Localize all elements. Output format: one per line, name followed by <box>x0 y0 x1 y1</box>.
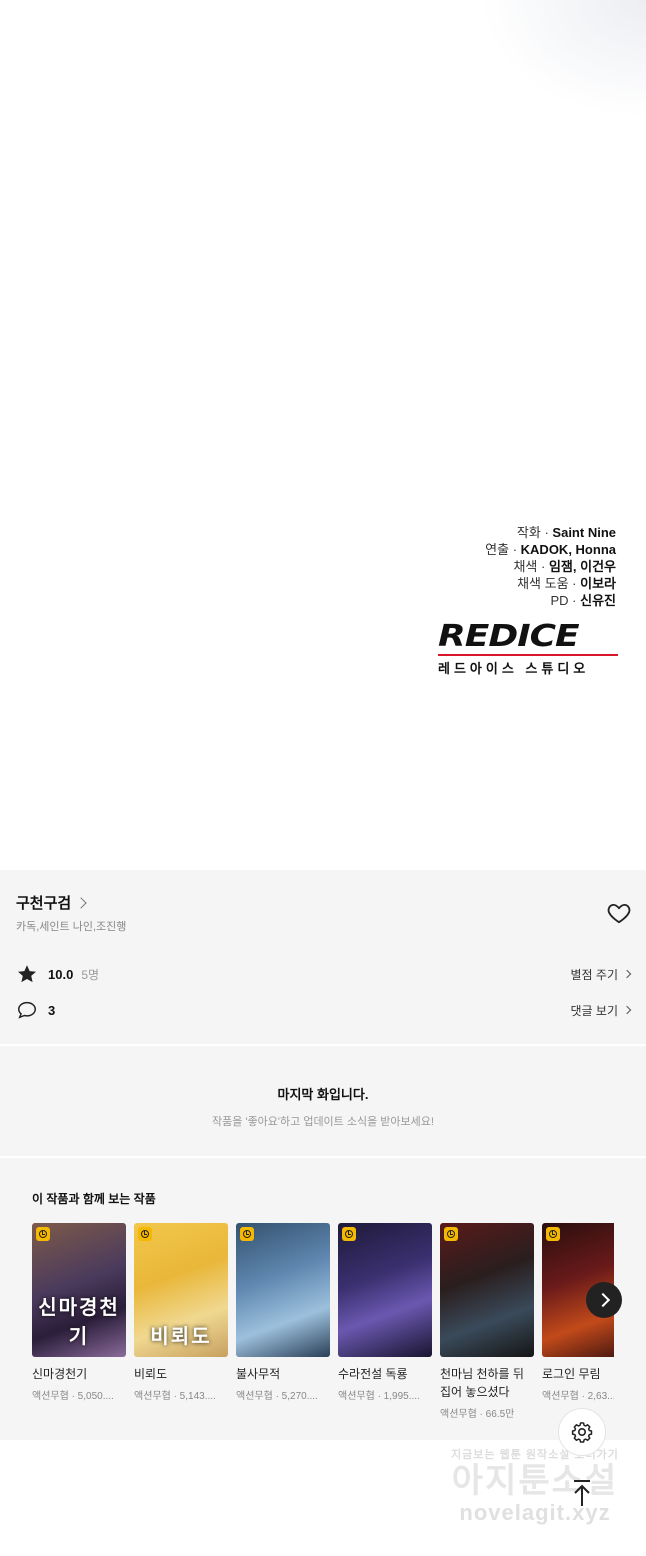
credit-role: 채색 · <box>513 559 546 574</box>
recommendation-meta: 액션무협 · 66.5만 <box>440 1409 515 1420</box>
credit-name: 이보라 <box>580 576 616 591</box>
page: 작화 · Saint Nine 연출 · KADOK, Honna 채색 · 임… <box>0 0 646 1556</box>
recommendation-meta: 액션무협 · 1,995.... <box>338 1391 420 1402</box>
gear-icon <box>571 1422 593 1443</box>
credit-row: 채색 · 임잼, 이건우 <box>485 558 616 575</box>
credit-role: PD · <box>550 593 577 608</box>
recommendation-cover <box>338 1223 432 1357</box>
watermark-line2: 아지툰소설 <box>451 1462 619 1500</box>
recommendation-card[interactable]: 불사무적액션무협 · 5,270.... <box>236 1223 330 1433</box>
recommendation-cover: 비뢰도 <box>134 1223 228 1357</box>
recommendation-cover: 신마경천기 <box>32 1223 126 1357</box>
recommendations-carousel: 신마경천기 신마경천기 액션무협 · 5,050.... 비뢰도 비뢰도 액션무협 · 5… <box>32 1223 614 1433</box>
credit-name: 임잼, 이건우 <box>548 559 616 574</box>
recommendation-cover <box>236 1223 330 1357</box>
last-episode-title: 마지막 화입니다. <box>277 1087 369 1102</box>
comic-panel-end <box>0 0 646 460</box>
recommendation-title: 비뢰도 <box>134 1367 168 1381</box>
credit-name: KADOK, Honna <box>520 542 616 557</box>
cover-title-art: 비뢰도 <box>150 1326 212 1348</box>
cover-title-art: 신마경천기 <box>38 1297 120 1348</box>
wait-free-icon <box>138 1227 152 1241</box>
rate-button[interactable]: 별점 주기 <box>570 966 632 983</box>
wait-free-icon <box>546 1227 560 1241</box>
credit-row: PD · 신유진 <box>485 592 616 609</box>
studio-logo-line <box>438 654 618 656</box>
scroll-to-top-icon[interactable] <box>570 1478 594 1508</box>
last-episode-notice: 마지막 화입니다. 작품을 '좋아요'하고 업데이트 소식을 받아보세요! <box>0 1046 646 1156</box>
credit-name: Saint Nine <box>552 525 616 540</box>
watermark-line1: 지금보는 웹툰 원작소설 보러가기 <box>451 1449 619 1461</box>
chevron-right-icon <box>75 896 87 909</box>
chevron-right-icon <box>622 1005 632 1015</box>
credit-row: 작화 · Saint Nine <box>485 524 616 541</box>
wait-free-icon <box>342 1227 356 1241</box>
watermark-line3: novelagit.xyz <box>459 1500 611 1525</box>
comment-icon <box>18 1001 36 1019</box>
recommendation-card[interactable]: 로그인 무림액션무협 · 2,63... <box>542 1223 614 1433</box>
recommendation-meta: 액션무협 · 2,63... <box>542 1391 614 1402</box>
credit-role: 연출 · <box>485 542 518 557</box>
recommendation-meta: 액션무협 · 5,270.... <box>236 1391 318 1402</box>
series-title: 구천구검 <box>16 895 72 912</box>
recommendation-title: 로그인 무림 <box>542 1367 601 1381</box>
recommendation-meta: 액션무협 · 5,143.... <box>134 1391 216 1402</box>
view-comments-button[interactable]: 댓글 보기 <box>570 1002 632 1019</box>
carousel-next-button[interactable] <box>586 1282 622 1318</box>
last-episode-subtitle: 작품을 '좋아요'하고 업데이트 소식을 받아보세요! <box>212 1116 434 1128</box>
studio-logo-wordmark: REDICE <box>438 618 580 654</box>
credits: 작화 · Saint Nine 연출 · KADOK, Honna 채색 · 임… <box>485 524 616 609</box>
recommendation-title: 불사무적 <box>236 1367 281 1381</box>
recommendation-title: 수라전설 독룡 <box>338 1367 408 1381</box>
wait-free-icon <box>240 1227 254 1241</box>
recommendation-card[interactable]: 비뢰도 비뢰도 액션무협 · 5,143.... <box>134 1223 228 1433</box>
rating-count: 5명 <box>81 967 100 982</box>
recommendation-meta: 액션무협 · 5,050.... <box>32 1391 114 1402</box>
recommendation-cover <box>440 1223 534 1357</box>
series-info-panel: 구천구검 카독,세인트 나인,조진행 10.0 5명 별점 주기 3 댓글 보기 <box>0 870 646 1044</box>
series-authors: 카독,세인트 나인,조진행 <box>16 921 127 933</box>
credit-role: 작화 · <box>516 525 549 540</box>
recommendation-card[interactable]: 수라전설 독룡액션무협 · 1,995.... <box>338 1223 432 1433</box>
wait-free-icon <box>444 1227 458 1241</box>
studio-logo-subtitle: 레드아이스 스튜디오 <box>438 661 590 676</box>
series-title-link[interactable]: 구천구검 <box>16 892 87 913</box>
studio-logo: REDICE 레드아이스 스튜디오 <box>438 618 618 676</box>
comment-row: 3 댓글 보기 <box>16 998 632 1022</box>
recommendation-card[interactable]: 신마경천기 신마경천기 액션무협 · 5,050.... <box>32 1223 126 1433</box>
comment-count: 3 <box>48 1002 56 1018</box>
settings-button[interactable] <box>558 1408 606 1456</box>
recommendations-section: 이 작품과 함께 보는 작품 신마경천기 신마경천기 액션무협 · 5,050...… <box>0 1158 646 1440</box>
heart-icon[interactable] <box>605 900 633 926</box>
chevron-right-icon <box>622 969 632 979</box>
rate-label: 별점 주기 <box>570 967 619 982</box>
recommendation-card[interactable]: 천마님 천하를 뒤집어 놓으셨다액션무협 · 66.5만 <box>440 1223 534 1433</box>
credit-row: 채색 도움 · 이보라 <box>485 575 616 592</box>
recommendations-title: 이 작품과 함께 보는 작품 <box>32 1192 156 1206</box>
credit-name: 신유진 <box>580 593 616 608</box>
view-comments-label: 댓글 보기 <box>570 1003 619 1018</box>
wait-free-icon <box>36 1227 50 1241</box>
rating-score: 10.0 <box>48 966 74 982</box>
credit-row: 연출 · KADOK, Honna <box>485 541 616 558</box>
credit-role: 채색 도움 · <box>517 576 577 591</box>
recommendation-title: 신마경천기 <box>32 1367 88 1381</box>
watermark: 지금보는 웹툰 원작소설 보러가기 아지툰소설 novelagit.xyz <box>440 1446 630 1542</box>
star-icon <box>18 965 36 983</box>
rating-row: 10.0 5명 별점 주기 <box>16 962 632 986</box>
recommendation-title: 천마님 천하를 뒤집어 놓으셨다 <box>440 1367 524 1399</box>
